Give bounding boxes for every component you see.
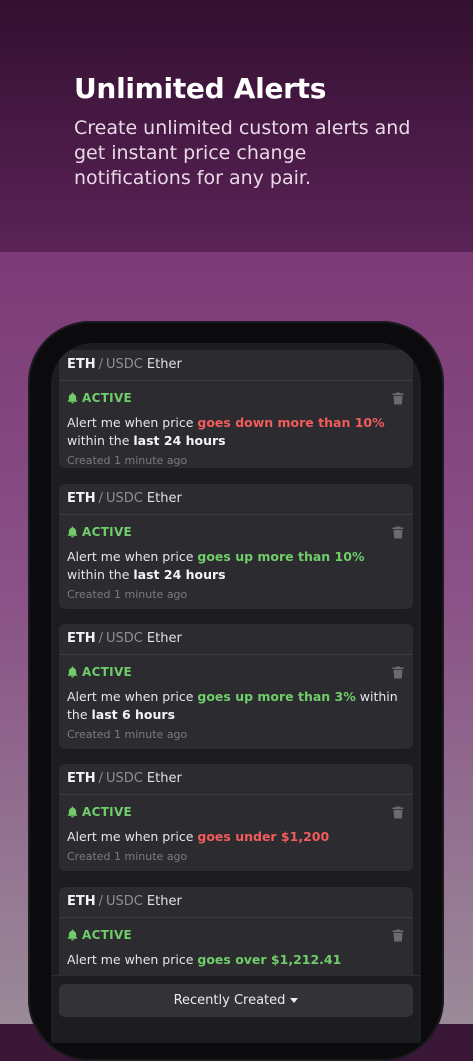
pair-header: ETH / USDC Ether	[59, 764, 413, 795]
created-time: Created 1 minute ago	[67, 728, 188, 741]
pair-quote: USDC	[106, 631, 143, 646]
alert-card[interactable]: ETH / USDC Ether ACTIVE Alert me when price…	[59, 764, 413, 871]
created-time: Created 1 minute ago	[67, 588, 188, 601]
hero-subtitle: Create unlimited custom alerts and get i…	[74, 117, 411, 189]
caret-down-icon	[290, 998, 299, 1003]
pair-symbol: ETH	[67, 894, 96, 909]
app-screen: ETH / USDC Ether ACTIVE Alert me when price…	[51, 343, 421, 1043]
pair-symbol: ETH	[67, 357, 96, 372]
trash-icon[interactable]	[392, 526, 404, 539]
pair-quote: USDC	[106, 491, 143, 506]
alert-period: last 6 hours	[91, 707, 176, 722]
pair-separator: /	[98, 357, 104, 372]
sort-dropdown-button[interactable]: Recently Created	[59, 984, 413, 1017]
pair-separator: /	[98, 491, 104, 506]
trash-icon[interactable]	[392, 392, 404, 405]
status-badge: ACTIVE	[82, 525, 133, 539]
pair-header: ETH / USDC Ether	[59, 350, 413, 381]
alert-card[interactable]: ETH / USDC Ether ACTIVE Alert me when price…	[59, 484, 413, 609]
pair-header: ETH / USDC Ether	[59, 484, 413, 515]
asset-name: Ether	[146, 491, 182, 506]
pair-quote: USDC	[106, 894, 143, 909]
alert-message: Alert me when price goes over $1,212.41	[67, 952, 342, 967]
alert-message: Alert me when price goes up more than 10…	[67, 549, 365, 582]
alert-card[interactable]: ETH / USDC Ether ACTIVE Alert me when price…	[59, 887, 413, 987]
status-badge: ACTIVE	[82, 665, 133, 679]
asset-name: Ether	[146, 631, 182, 646]
pair-header: ETH / USDC Ether	[59, 624, 413, 655]
trash-icon[interactable]	[392, 666, 404, 679]
alert-message: Alert me when price goes up more than 3%…	[67, 689, 398, 722]
bottom-bar: Recently Created	[51, 975, 421, 1043]
status-badge: ACTIVE	[82, 805, 133, 819]
pair-symbol: ETH	[67, 631, 96, 646]
alert-message: Alert me when price goes under $1,200	[67, 829, 330, 844]
bell-icon	[67, 392, 78, 404]
hero-title: Unlimited Alerts	[74, 72, 327, 105]
bell-icon	[67, 929, 78, 941]
status-badge: ACTIVE	[82, 391, 133, 405]
pair-header: ETH / USDC Ether	[59, 887, 413, 918]
asset-name: Ether	[146, 357, 182, 372]
asset-name: Ether	[146, 894, 182, 909]
alert-period: last 24 hours	[133, 567, 226, 582]
bell-icon	[67, 526, 78, 538]
bell-icon	[67, 666, 78, 678]
alert-condition: goes under $1,200	[197, 829, 330, 844]
created-time: Created 1 minute ago	[67, 850, 188, 863]
pair-separator: /	[98, 894, 104, 909]
pair-symbol: ETH	[67, 491, 96, 506]
status-badge: ACTIVE	[82, 928, 133, 942]
alert-card[interactable]: ETH / USDC Ether ACTIVE Alert me when price…	[59, 624, 413, 749]
pair-symbol: ETH	[67, 771, 96, 786]
alert-period: last 24 hours	[133, 433, 226, 448]
bell-icon	[67, 806, 78, 818]
alert-condition: goes up more than 3%	[197, 689, 356, 704]
alert-condition: goes down more than 10%	[197, 415, 385, 430]
alert-condition: goes over $1,212.41	[197, 952, 342, 967]
sort-label: Recently Created	[173, 993, 286, 1008]
trash-icon[interactable]	[392, 929, 404, 942]
alert-card[interactable]: ETH / USDC Ether ACTIVE Alert me when price…	[59, 350, 413, 468]
pair-separator: /	[98, 631, 104, 646]
alert-message: Alert me when price goes down more than …	[67, 415, 385, 448]
created-time: Created 1 minute ago	[67, 454, 188, 467]
pair-separator: /	[98, 771, 104, 786]
asset-name: Ether	[146, 771, 182, 786]
pair-quote: USDC	[106, 771, 143, 786]
pair-quote: USDC	[106, 357, 143, 372]
hero-section: Unlimited Alerts Create unlimited custom…	[0, 0, 473, 252]
alert-condition: goes up more than 10%	[197, 549, 365, 564]
trash-icon[interactable]	[392, 806, 404, 819]
